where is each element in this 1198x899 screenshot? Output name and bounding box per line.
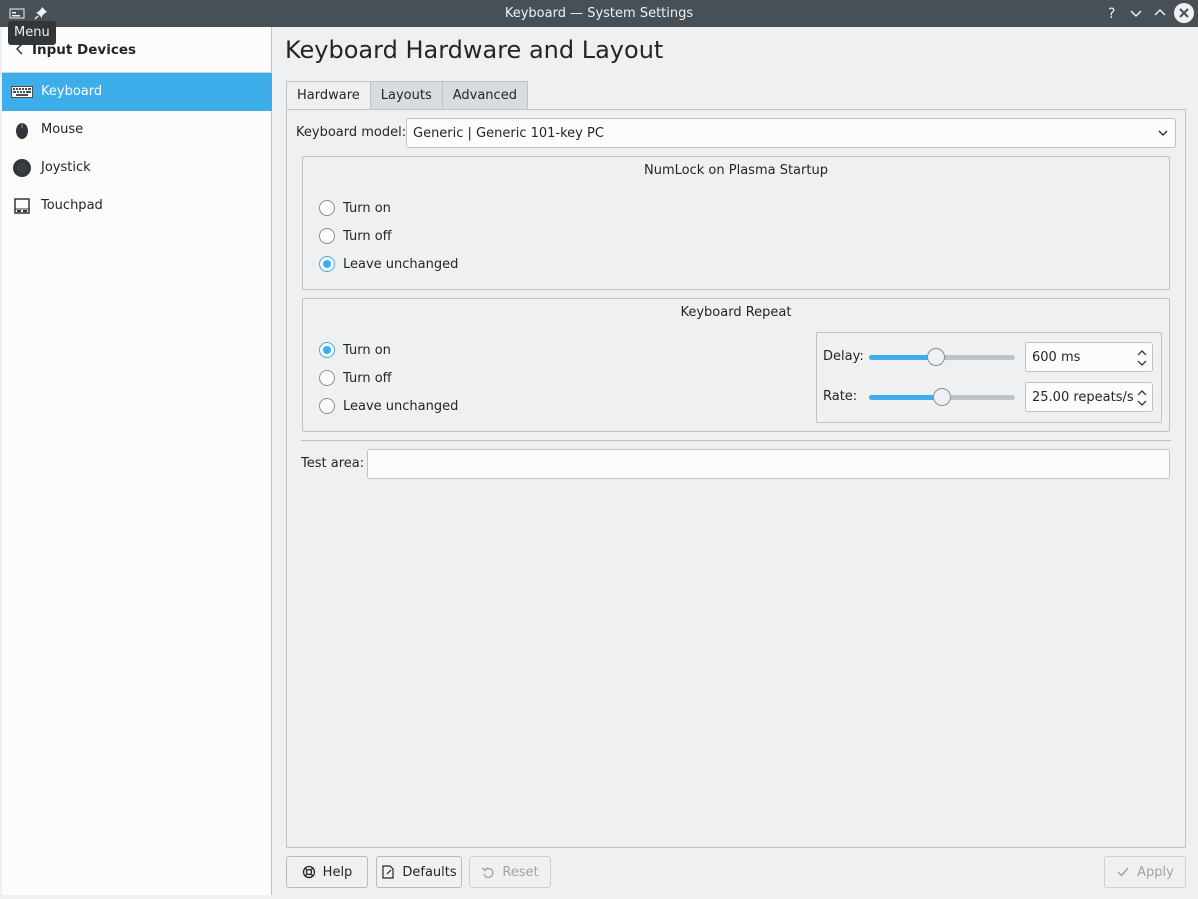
- checkmark-icon: [1117, 867, 1129, 877]
- radio-indicator: [319, 342, 335, 358]
- tab-layouts[interactable]: Layouts: [369, 81, 443, 109]
- keyboard-model-label: Keyboard model:: [296, 125, 407, 140]
- repeat-turn-on-radio[interactable]: Turn on: [319, 342, 391, 358]
- tab-hardware[interactable]: Hardware: [286, 81, 371, 110]
- sidebar-item-keyboard[interactable]: Keyboard: [2, 73, 272, 111]
- tab-advanced[interactable]: Advanced: [441, 81, 528, 109]
- help-icon[interactable]: ?: [1102, 3, 1122, 23]
- numlock-turn-off-radio[interactable]: Turn off: [319, 228, 392, 244]
- rate-value: 25.00 repeats/s: [1032, 390, 1134, 405]
- radio-indicator: [319, 200, 335, 216]
- keyboard-model-value: Generic | Generic 101-key PC: [413, 126, 604, 141]
- reset-button-label: Reset: [502, 864, 539, 880]
- radio-label: Turn on: [343, 200, 391, 216]
- rate-slider[interactable]: [869, 387, 1015, 407]
- slider-handle[interactable]: [933, 388, 951, 406]
- radio-label: Leave unchanged: [343, 398, 459, 414]
- delay-spinbox[interactable]: 600 ms: [1025, 342, 1153, 372]
- repeat-leave-unchanged-radio[interactable]: Leave unchanged: [319, 398, 458, 414]
- test-area-input[interactable]: [367, 449, 1170, 479]
- radio-indicator: [319, 228, 335, 244]
- undo-icon: [481, 867, 494, 879]
- rate-spinbox[interactable]: 25.00 repeats/s: [1025, 382, 1153, 412]
- sidebar-item-joystick[interactable]: Joystick: [2, 149, 272, 187]
- tab-bar: Hardware Layouts Advanced: [286, 81, 528, 110]
- slider-handle[interactable]: [927, 348, 946, 366]
- maximize-icon[interactable]: [1150, 3, 1170, 23]
- sidebar-item-label: Joystick: [41, 160, 91, 175]
- touchpad-icon: [11, 197, 33, 215]
- reset-button[interactable]: Reset: [469, 856, 551, 888]
- repeat-turn-off-radio[interactable]: Turn off: [319, 370, 392, 386]
- title-bar: Keyboard — System Settings ?: [0, 0, 1198, 27]
- window-title: Keyboard — System Settings: [504, 6, 694, 21]
- defaults-button[interactable]: Defaults: [376, 856, 462, 888]
- delay-label: Delay:: [823, 349, 864, 364]
- delay-value: 600 ms: [1032, 350, 1081, 365]
- keyboard-repeat-group-title: Keyboard Repeat: [680, 305, 792, 320]
- keyboard-icon: [11, 83, 33, 101]
- divider: [301, 440, 1171, 441]
- keyboard-model-combobox[interactable]: Generic | Generic 101-key PC: [406, 118, 1176, 148]
- svg-text:?: ?: [1108, 6, 1115, 21]
- spin-arrows-icon[interactable]: [1136, 348, 1148, 368]
- sidebar-item-label: Keyboard: [41, 84, 103, 99]
- sidebar-item-mouse[interactable]: Mouse: [2, 111, 272, 149]
- radio-label: Leave unchanged: [343, 256, 459, 272]
- mouse-icon: [11, 121, 33, 139]
- rate-label: Rate:: [823, 389, 858, 404]
- close-icon[interactable]: [1174, 3, 1194, 23]
- joystick-icon: [11, 159, 33, 177]
- document-revert-icon: [382, 865, 394, 879]
- delay-slider[interactable]: [869, 347, 1015, 367]
- sidebar-item-label: Mouse: [41, 122, 84, 137]
- sidebar: Input Devices Keyboard Mouse Joystick To…: [2, 27, 272, 895]
- minimize-icon[interactable]: [1126, 3, 1146, 23]
- radio-indicator: [319, 370, 335, 386]
- radio-label: Turn off: [343, 370, 392, 386]
- help-button-label: Help: [322, 864, 353, 880]
- numlock-leave-unchanged-radio[interactable]: Leave unchanged: [319, 256, 458, 272]
- defaults-button-label: Defaults: [402, 864, 457, 880]
- sidebar-item-touchpad[interactable]: Touchpad: [2, 187, 272, 225]
- sidebar-item-label: Touchpad: [41, 198, 103, 213]
- spin-arrows-icon[interactable]: [1136, 388, 1148, 408]
- menu-tooltip: Menu: [8, 21, 56, 45]
- chevron-down-icon: [1157, 127, 1169, 139]
- apply-button-label: Apply: [1137, 864, 1174, 880]
- test-area-label: Test area:: [301, 456, 365, 471]
- help-button[interactable]: Help: [286, 856, 368, 888]
- apply-button[interactable]: Apply: [1104, 856, 1186, 888]
- page-title: Keyboard Hardware and Layout: [285, 36, 664, 64]
- numlock-group-title: NumLock on Plasma Startup: [644, 163, 828, 178]
- radio-label: Turn on: [343, 342, 391, 358]
- numlock-turn-on-radio[interactable]: Turn on: [319, 200, 391, 216]
- slider-fill: [869, 355, 937, 360]
- radio-label: Turn off: [343, 228, 392, 244]
- radio-indicator: [319, 256, 335, 272]
- slider-fill: [869, 395, 942, 400]
- lifebuoy-icon: [302, 865, 315, 879]
- radio-indicator: [319, 398, 335, 414]
